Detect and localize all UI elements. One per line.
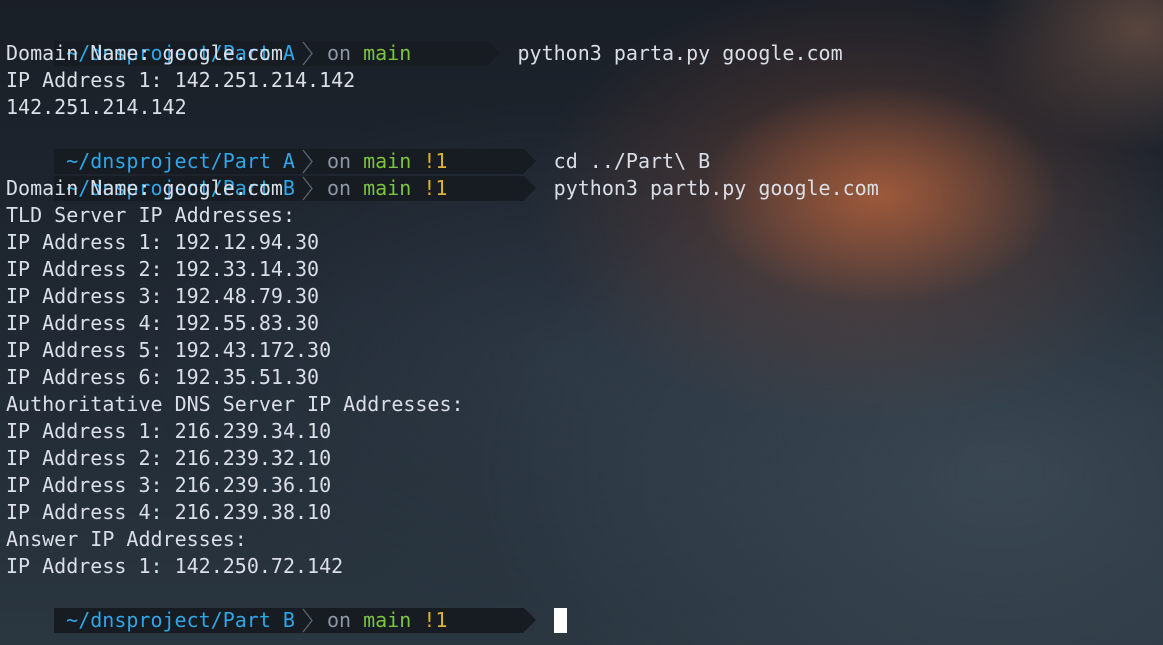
prompt-directory: ~/dnsproject/Part A — [54, 149, 301, 174]
chevron-right-icon — [300, 176, 315, 201]
prompt-end-arrow — [523, 149, 536, 173]
prompt-directory: ~/dnsproject/Part B — [54, 608, 301, 633]
prompt: ~/dnsproject/Part B on main !1 — [54, 608, 536, 633]
output-line: IP Address 1: 216.239.34.10 — [6, 419, 332, 443]
prompt-git: on main !1 — [314, 608, 524, 633]
prompt-end-arrow — [487, 41, 500, 65]
git-status: !1 — [423, 176, 448, 200]
git-status: !1 — [423, 608, 448, 632]
output-line: IP Address 6: 192.35.51.30 — [6, 365, 320, 389]
prompt-line-active[interactable]: ~/dnsproject/Part B on main !1 — [6, 580, 1163, 633]
prompt-end-arrow — [523, 176, 536, 200]
git-status: !1 — [423, 149, 448, 173]
text-cursor[interactable] — [553, 608, 567, 633]
chevron-right-icon — [300, 149, 315, 174]
command-text: python3 partb.py google.com — [553, 176, 879, 200]
command-text: python3 parta.py google.com — [517, 41, 843, 65]
output-line: 142.251.214.142 — [6, 95, 187, 119]
git-branch: main — [363, 149, 412, 173]
git-branch: main — [363, 176, 412, 200]
output-line: TLD Server IP Addresses: — [6, 203, 295, 227]
output-line: Answer IP Addresses: — [6, 527, 247, 551]
output-line: IP Address 1: 142.250.72.142 — [6, 554, 344, 578]
prompt-git: on main !1 — [314, 176, 524, 201]
prompt-line: ~/dnsproject/Part A on main python3 part… — [6, 13, 1163, 66]
git-on-label: on — [326, 176, 352, 200]
output-line: IP Address 2: 192.33.14.30 — [6, 257, 320, 281]
output-line: IP Address 3: 216.239.36.10 — [6, 473, 332, 497]
output-line: IP Address 4: 192.55.83.30 — [6, 311, 320, 335]
git-branch: main — [363, 608, 412, 632]
output-line: IP Address 3: 192.48.79.30 — [6, 284, 320, 308]
git-on-label: on — [326, 608, 352, 632]
prompt-line: ~/dnsproject/Part A on main !1 cd ../Par… — [6, 121, 1163, 174]
prompt-git: on main — [314, 41, 488, 66]
output-line: IP Address 4: 216.239.38.10 — [6, 500, 332, 524]
chevron-right-icon — [300, 41, 315, 66]
output-line: IP Address 5: 192.43.172.30 — [6, 338, 332, 362]
output-line: IP Address 1: 192.12.94.30 — [6, 230, 320, 254]
git-branch: main — [363, 41, 412, 65]
output-line: IP Address 2: 216.239.32.10 — [6, 446, 332, 470]
command-text: cd ../Part\ B — [553, 149, 711, 173]
terminal-window[interactable]: ~/dnsproject/Part A on main python3 part… — [6, 13, 1163, 633]
output-line: IP Address 1: 142.251.214.142 — [6, 68, 356, 92]
git-on-label: on — [326, 41, 352, 65]
chevron-right-icon — [300, 608, 315, 633]
git-on-label: on — [326, 149, 352, 173]
prompt-end-arrow — [523, 608, 536, 632]
output-line: Authoritative DNS Server IP Addresses: — [6, 392, 464, 416]
